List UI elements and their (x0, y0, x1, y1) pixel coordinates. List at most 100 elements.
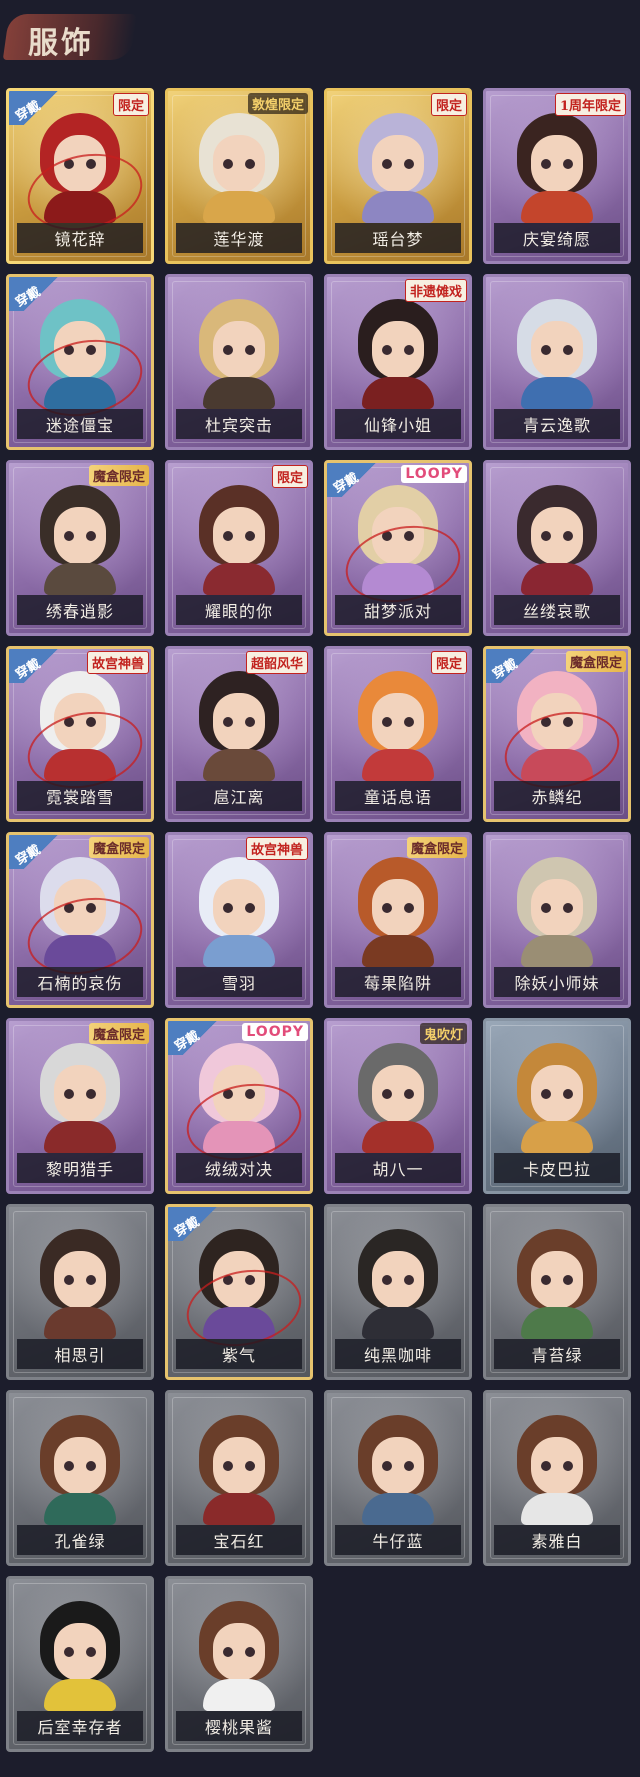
card-name-bar: 扈江离 (176, 781, 302, 811)
portrait-eye (245, 531, 255, 541)
costume-card[interactable]: 丝缕哀歌 (483, 460, 631, 636)
costume-name: 绣春逍影 (45, 602, 114, 621)
costume-name: 素雅白 (531, 1532, 583, 1551)
limited-edition-tag: 1周年限定 (554, 93, 626, 116)
card-name-bar: 莓果陷阱 (335, 967, 461, 997)
costume-card[interactable]: 鬼吹灯 胡八一 (324, 1018, 472, 1194)
costume-card[interactable]: 宝石红 (165, 1390, 313, 1566)
costume-card[interactable]: 穿戴 LOOPY 甜梦派对 (324, 460, 472, 636)
limited-edition-tag: 非遗傩戏 (404, 279, 467, 302)
card-name-bar: 石楠的哀伤 (17, 967, 143, 997)
equipped-badge: 穿戴 (168, 1207, 228, 1241)
costume-name: 丝缕哀歌 (522, 602, 591, 621)
costume-card[interactable]: 穿戴 魔盒限定 石楠的哀伤 (6, 832, 154, 1008)
portrait-eye (563, 1275, 573, 1285)
costume-card[interactable]: 非遗傩戏仙锋小姐 (324, 274, 472, 450)
limited-edition-tag: 魔盒限定 (88, 1023, 149, 1044)
costume-card[interactable]: 魔盒限定莓果陷阱 (324, 832, 472, 1008)
costume-card[interactable]: 1周年限定 庆宴绮愿 (483, 88, 631, 264)
equipped-badge: 穿戴 (486, 649, 546, 683)
card-name-bar: 孔雀绿 (17, 1525, 143, 1555)
costume-card[interactable]: 魔盒限定 黎明猎手 (6, 1018, 154, 1194)
character-portrait (193, 299, 285, 409)
portrait-eye (404, 1089, 414, 1099)
portrait-eye (541, 1275, 551, 1285)
portrait-face (213, 135, 265, 193)
costume-name: 迷途僵宝 (45, 416, 114, 435)
costume-name: 甜梦派对 (363, 602, 432, 621)
portrait-outfit (203, 191, 275, 223)
portrait-outfit (44, 1121, 116, 1153)
character-portrait (511, 1043, 603, 1153)
costume-card[interactable]: 卡皮巴拉 (483, 1018, 631, 1194)
costume-card[interactable]: 穿戴 限定 镜花辞 (6, 88, 154, 264)
card-name-bar: 赤鳞纪 (494, 781, 620, 811)
costume-card[interactable]: 樱桃果酱 (165, 1576, 313, 1752)
costume-card[interactable]: 限定 童话息语 (324, 646, 472, 822)
costume-card[interactable]: 纯黑咖啡 (324, 1204, 472, 1380)
portrait-face (372, 879, 424, 937)
portrait-outfit (362, 1493, 434, 1525)
portrait-eye (223, 1647, 233, 1657)
costume-card[interactable]: 相思引 (6, 1204, 154, 1380)
costume-card[interactable]: 穿戴 魔盒限定 赤鳞纪 (483, 646, 631, 822)
costume-grid: 穿戴 限定 镜花辞 敦煌限定 莲华渡 限定 瑶台梦 1周年限定 庆宴绮愿 穿戴 迷途僵宝 杜宾突击 非遗… (6, 88, 631, 1752)
limited-edition-tag: 故宫神兽 (86, 651, 149, 674)
character-portrait (352, 1043, 444, 1153)
portrait-face (213, 1623, 265, 1681)
costume-card[interactable]: 青苔绿 (483, 1204, 631, 1380)
portrait-eye (563, 345, 573, 355)
limited-edition-tag: 敦煌限定 (247, 93, 308, 114)
card-name-bar: 杜宾突击 (176, 409, 302, 439)
character-portrait (34, 1043, 126, 1153)
costume-card[interactable]: 限定 耀眼的你 (165, 460, 313, 636)
equipped-badge: 穿戴 (9, 91, 69, 125)
character-portrait (193, 113, 285, 223)
portrait-outfit (521, 1121, 593, 1153)
portrait-eye (245, 159, 255, 169)
costume-card[interactable]: 故宫神兽 雪羽 (165, 832, 313, 1008)
costume-card[interactable]: 素雅白 (483, 1390, 631, 1566)
costume-card[interactable]: 后室幸存者 (6, 1576, 154, 1752)
costume-card[interactable]: 超韶风华 扈江离 (165, 646, 313, 822)
costume-card[interactable]: 穿戴迷途僵宝 (6, 274, 154, 450)
portrait-outfit (362, 1121, 434, 1153)
costume-name: 扈江离 (213, 788, 265, 807)
costume-card[interactable]: 孔雀绿 (6, 1390, 154, 1566)
costume-card[interactable]: 穿戴 紫气 (165, 1204, 313, 1380)
costume-card[interactable]: 牛仔蓝 (324, 1390, 472, 1566)
portrait-eye (86, 1089, 96, 1099)
portrait-eye (541, 531, 551, 541)
costume-card[interactable]: 穿戴 LOOPY 绒绒对决 (165, 1018, 313, 1194)
costume-card[interactable]: 穿戴 故宫神兽 霓裳踏雪 (6, 646, 154, 822)
costume-card[interactable]: 杜宾突击 (165, 274, 313, 450)
card-name-bar: 牛仔蓝 (335, 1525, 461, 1555)
character-portrait (352, 857, 444, 967)
portrait-eye (541, 1461, 551, 1471)
portrait-face (372, 1065, 424, 1123)
card-name-bar: 仙锋小姐 (335, 409, 461, 439)
costume-card[interactable]: 除妖小师妹 (483, 832, 631, 1008)
portrait-face (213, 321, 265, 379)
character-portrait (352, 299, 444, 409)
card-name-bar: 后室幸存者 (17, 1711, 143, 1741)
limited-edition-tag: 魔盒限定 (406, 837, 467, 858)
costume-card[interactable]: 敦煌限定 莲华渡 (165, 88, 313, 264)
costume-card[interactable]: 魔盒限定 绣春逍影 (6, 460, 154, 636)
costume-name: 赤鳞纪 (531, 788, 583, 807)
costume-name: 牛仔蓝 (372, 1532, 424, 1551)
equipped-badge: 穿戴 (9, 277, 69, 311)
card-name-bar: 迷途僵宝 (17, 409, 143, 439)
character-portrait (511, 299, 603, 409)
portrait-eye (86, 1461, 96, 1471)
costume-card[interactable]: 限定 瑶台梦 (324, 88, 472, 264)
portrait-eye (541, 903, 551, 913)
card-name-bar: 镜花辞 (17, 223, 143, 253)
card-name-bar: 青云逸歌 (494, 409, 620, 439)
portrait-eye (223, 159, 233, 169)
card-name-bar: 青苔绿 (494, 1339, 620, 1369)
page-title: 服饰 (28, 26, 94, 61)
costume-name: 耀眼的你 (204, 602, 273, 621)
costume-card[interactable]: 青云逸歌 (483, 274, 631, 450)
portrait-outfit (203, 563, 275, 595)
